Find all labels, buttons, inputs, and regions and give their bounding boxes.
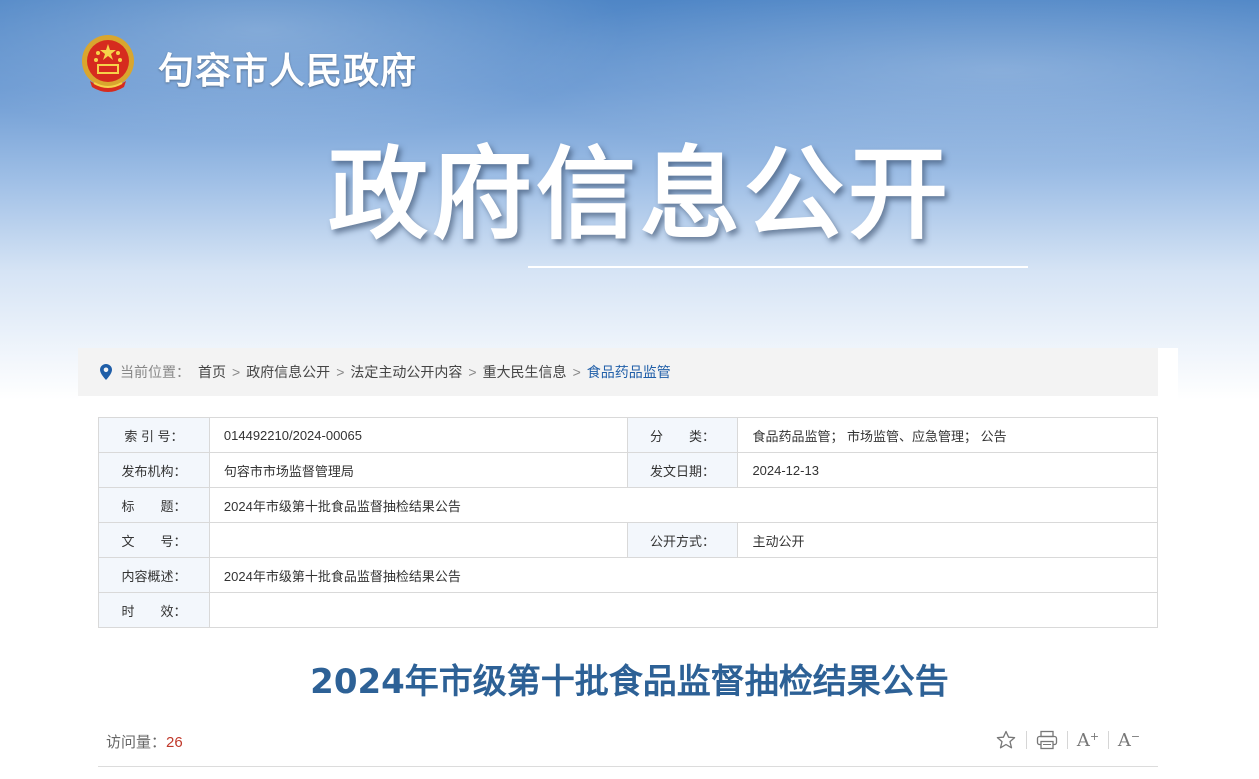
title-label: 标 题： [98,487,210,523]
minus-mark: − [1130,729,1141,743]
category-label: 分 类： [626,417,739,453]
breadcrumb-separator: > [468,364,477,380]
article-title: 2024年市级第十批食品监督抽检结果公告 [310,662,949,702]
table-row: 内容概述： 2024年市级第十批食品监督抽检结果公告 [98,557,1159,593]
table-row: 时 效： [98,592,1159,628]
divider [98,766,1158,767]
openmode-label: 公开方式： [626,522,739,558]
table-row: 发布机构： 句容市市场监督管理局 发文日期： 2024-12-13 [98,452,1158,488]
font-decrease-button[interactable]: A − [1115,726,1143,754]
category-value: 食品药品监管； 市场监管、应急管理； 公告 [737,417,1158,453]
date-value: 2024-12-13 [737,452,1158,488]
validity-value [208,592,1159,628]
index-value: 014492210/2024-00065 [208,417,628,453]
index-label: 索 引 号： [98,417,210,453]
date-label: 发文日期： [626,452,739,488]
breadcrumb-livelihood[interactable]: 重大民生信息 [483,362,567,382]
openmode-value: 主动公开 [737,522,1158,558]
breadcrumb: 当前位置： 首页 > 政府信息公开 > 法定主动公开内容 > 重大民生信息 > … [78,348,1158,396]
location-pin-icon [100,364,112,380]
title-value: 2024年市级第十批食品监督抽检结果公告 [208,487,1159,523]
banner-title: 政府信息公开 [328,136,952,253]
breadcrumb-home[interactable]: 首页 [198,362,226,382]
font-increase-glyph: A [1076,729,1090,751]
breadcrumb-separator: > [336,364,345,380]
visits-label: 访问量： [106,734,167,751]
visits-count: 26 [166,734,183,751]
validity-label: 时 效： [98,592,210,628]
table-row: 文 号： 公开方式： 主动公开 [98,522,1158,558]
toolbar-divider [1067,731,1068,749]
docno-label: 文 号： [98,522,210,558]
breadcrumb-gov-info[interactable]: 政府信息公开 [246,362,330,382]
publisher-label: 发布机构： [98,452,210,488]
breadcrumb-food-drug[interactable]: 食品药品监管 [587,362,671,382]
table-row: 索 引 号： 014492210/2024-00065 分 类： 食品药品监管；… [98,417,1158,453]
docno-value [208,522,628,558]
visit-counter: 访问量：26 [106,731,183,752]
printer-icon [1036,730,1058,750]
table-row: 标 题： 2024年市级第十批食品监督抽检结果公告 [98,487,1159,523]
breadcrumb-statutory[interactable]: 法定主动公开内容 [350,362,462,382]
article-toolbar: A + A − [992,726,1143,754]
star-icon [996,730,1016,749]
toolbar-divider [1026,731,1027,749]
plus-mark: + [1089,729,1100,743]
publisher-value: 句容市市场监督管理局 [208,452,628,488]
favorite-button[interactable] [992,726,1020,754]
print-button[interactable] [1033,726,1061,754]
site-name[interactable]: 句容市人民政府 [158,42,417,94]
national-emblem-icon [82,35,134,92]
breadcrumb-separator: > [232,364,241,380]
toolbar-divider [1108,731,1109,749]
font-increase-button[interactable]: A + [1074,726,1102,754]
summary-label: 内容概述： [98,557,210,593]
summary-value: 2024年市级第十批食品监督抽检结果公告 [208,557,1159,593]
breadcrumb-prefix: 当前位置： [120,364,190,380]
metadata-table: 索 引 号： 014492210/2024-00065 分 类： 食品药品监管；… [98,417,1159,628]
title-underline [528,266,1028,268]
font-decrease-glyph: A [1117,729,1131,751]
breadcrumb-separator: > [572,364,581,380]
